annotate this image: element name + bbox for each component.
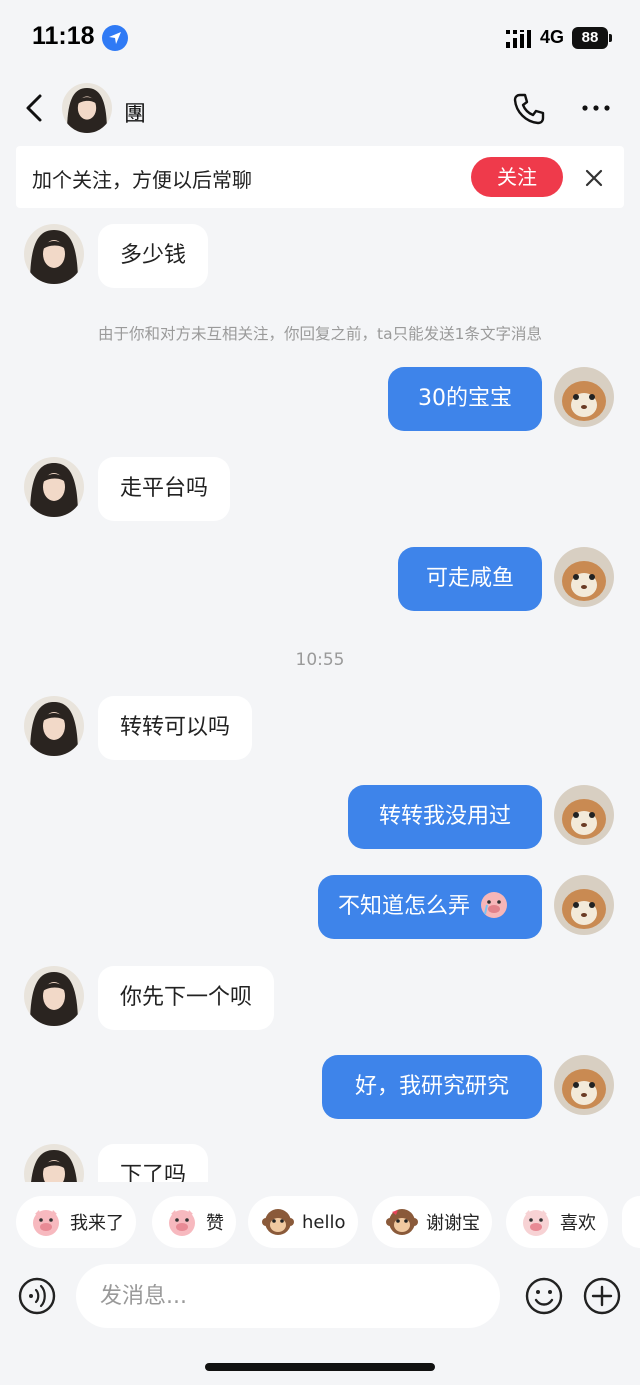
message-list[interactable]: 多少钱 由于你和对方未互相关注，你回复之前，ta只能发送1条文字消息 30的宝宝…	[0, 214, 640, 1182]
quick-reply-label: 谢谢宝	[426, 1213, 480, 1234]
quick-reply-label: hello	[302, 1211, 346, 1233]
monkey-face-icon	[386, 1209, 418, 1235]
location-arrow-icon	[102, 25, 128, 51]
contact-avatar[interactable]	[24, 1144, 84, 1182]
pig-face-icon	[169, 1210, 195, 1236]
message-bubble-outgoing[interactable]: 不知道怎么弄	[318, 875, 542, 939]
follow-button[interactable]: 关注	[471, 157, 563, 197]
close-icon[interactable]	[584, 168, 604, 188]
quick-reply-chip-partial[interactable]	[622, 1196, 640, 1248]
message-bubble-incoming[interactable]: 转转可以吗	[98, 696, 253, 760]
message-bubble-outgoing[interactable]: 可走咸鱼	[398, 547, 542, 611]
quick-reply-label: 喜欢	[560, 1213, 596, 1234]
message-bubble-incoming[interactable]: 多少钱	[98, 224, 209, 288]
contact-avatar[interactable]	[24, 696, 84, 756]
status-time: 11:18	[32, 22, 95, 50]
my-avatar[interactable]	[554, 875, 614, 935]
quick-reply-chip[interactable]: hello	[248, 1196, 358, 1248]
quick-reply-label: 我来了	[70, 1213, 124, 1234]
phone-icon[interactable]	[512, 92, 546, 126]
battery-indicator: 88	[572, 27, 612, 49]
contact-avatar[interactable]	[62, 83, 112, 133]
message-bubble-outgoing[interactable]: 转转我没用过	[348, 785, 542, 849]
message-bubble-incoming[interactable]: 下了吗	[98, 1144, 209, 1182]
message-bubble-outgoing[interactable]: 好，我研究研究	[322, 1055, 542, 1119]
quick-reply-label: 赞	[206, 1213, 224, 1234]
crying-pig-sticker-icon	[481, 892, 508, 918]
home-indicator[interactable]	[205, 1363, 435, 1371]
smiley-icon[interactable]	[524, 1276, 564, 1316]
timestamp: 10:55	[295, 650, 345, 670]
my-avatar[interactable]	[554, 1055, 614, 1115]
pig-face-icon	[523, 1210, 549, 1236]
my-avatar[interactable]	[554, 547, 614, 607]
chat-header: 團	[0, 76, 640, 140]
message-input[interactable]	[76, 1264, 500, 1328]
message-input-bar	[0, 1262, 640, 1332]
monkey-face-icon	[262, 1209, 294, 1235]
signal-bars-icon	[506, 30, 531, 48]
contact-avatar[interactable]	[24, 966, 84, 1026]
quick-reply-bar: 我来了 赞 hello 谢谢宝 喜欢	[0, 1196, 640, 1254]
network-label: 4G	[540, 27, 565, 47]
system-notice: 由于你和对方未互相关注，你回复之前，ta只能发送1条文字消息	[98, 325, 542, 343]
contact-name[interactable]: 團	[124, 96, 146, 128]
quick-reply-chip[interactable]: 谢谢宝	[372, 1196, 492, 1248]
message-bubble-incoming[interactable]: 你先下一个呗	[98, 966, 275, 1030]
pig-face-icon	[33, 1210, 59, 1236]
quick-reply-chip[interactable]: 我来了	[16, 1196, 136, 1248]
my-avatar[interactable]	[554, 785, 614, 845]
message-text: 不知道怎么弄	[338, 894, 471, 919]
status-bar: 11:18 4G 88	[0, 0, 640, 76]
chevron-left-icon[interactable]	[20, 90, 50, 126]
contact-avatar[interactable]	[24, 457, 84, 517]
message-bubble-outgoing[interactable]: 30的宝宝	[388, 367, 542, 431]
quick-reply-chip[interactable]: 赞	[152, 1196, 236, 1248]
follow-banner: 加个关注，方便以后常聊 关注	[16, 146, 624, 208]
message-bubble-incoming[interactable]: 走平台吗	[98, 457, 231, 521]
voice-icon[interactable]	[17, 1276, 57, 1316]
my-avatar[interactable]	[554, 367, 614, 427]
follow-prompt-text: 加个关注，方便以后常聊	[32, 168, 252, 192]
quick-reply-chip[interactable]: 喜欢	[506, 1196, 608, 1248]
contact-avatar[interactable]	[24, 224, 84, 284]
more-dots-icon[interactable]	[580, 100, 612, 116]
plus-icon[interactable]	[582, 1276, 622, 1316]
